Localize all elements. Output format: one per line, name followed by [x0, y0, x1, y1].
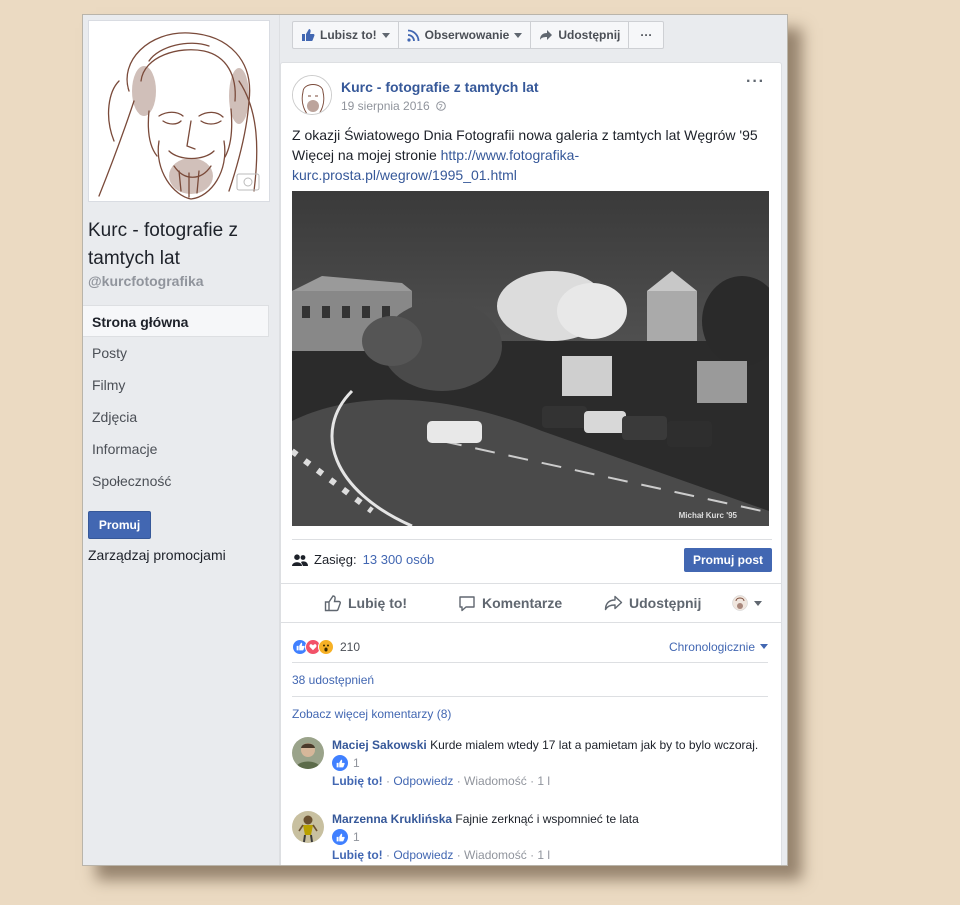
like-post-button[interactable]: Lubię to! — [324, 594, 407, 612]
comment-like-count[interactable]: 1 — [332, 755, 772, 771]
reach-label: Zasięg: — [314, 552, 357, 567]
post-as-selector[interactable] — [732, 595, 762, 611]
share-page-button[interactable]: Udostępnij — [530, 21, 630, 49]
view-more-comments-link[interactable]: Zobacz więcej komentarzy (8) — [292, 707, 451, 721]
comment-bubble-icon — [459, 595, 475, 611]
post-date: 19 sierpnia 2016 — [341, 99, 446, 113]
photo-signature: Michał Kurc '95 — [678, 511, 737, 520]
post-options-icon[interactable]: ··· — [746, 73, 765, 91]
more-dots-icon: ··· — [640, 28, 653, 42]
comment-meta: Lubię to! · Odpowiedz · Wiadomość · 1 l — [332, 848, 551, 862]
post-text-line: Z okazji Światowego Dnia Fotografii nowa… — [292, 127, 758, 143]
share-arrow-icon — [540, 30, 553, 40]
comment-age[interactable]: 1 l — [537, 848, 550, 862]
reactions-count: 210 — [340, 639, 361, 654]
page-action-bar: Lubisz to! Obserwowanie Udostępnij ··· — [292, 21, 665, 49]
share-page-label: Udostępnij — [558, 28, 621, 42]
reactions-count-group[interactable]: 210 — [292, 638, 361, 655]
comment-reply-link[interactable]: Odpowiedz — [393, 774, 453, 788]
like-post-label: Lubię to! — [348, 595, 408, 611]
wow-reaction-icon — [318, 638, 334, 655]
comment-reply-link[interactable]: Odpowiedz — [393, 848, 453, 862]
commenter-photo-image — [292, 737, 324, 769]
sidebar-item-community[interactable]: Społeczność — [83, 465, 269, 497]
comment-text: Kurde mialem wtedy 17 lat a pamietam jak… — [430, 738, 759, 752]
post-photo[interactable]: Michał Kurc '95 — [292, 191, 769, 526]
comment-message-link[interactable]: Wiadomość — [464, 848, 527, 862]
more-options-button[interactable]: ··· — [628, 21, 665, 49]
share-post-label: Udostępnij — [629, 595, 702, 611]
comment-message-link[interactable]: Wiadomość — [464, 774, 527, 788]
comment-like-link[interactable]: Lubię to! — [332, 774, 383, 788]
shares-count-link[interactable]: 38 udostępnień — [292, 663, 768, 697]
people-icon — [292, 553, 308, 566]
comment-body: Maciej Sakowski Kurde mialem wtedy 17 la… — [332, 737, 772, 789]
share-arrow-icon — [604, 595, 623, 611]
thumbs-up-icon — [302, 29, 315, 41]
reactions-summary: 210 Chronologicznie — [292, 631, 768, 663]
sketch-portrait-image — [89, 21, 269, 201]
comment-meta: Lubię to! · Odpowiedz · Wiadomość · 1 l — [332, 774, 551, 788]
post-text: Z okazji Światowego Dnia Fotografii nowa… — [292, 125, 772, 185]
rss-icon — [407, 29, 420, 42]
like-page-button[interactable]: Lubisz to! — [292, 21, 399, 49]
reach-value[interactable]: 13 300 osób — [363, 552, 435, 567]
comment-text: Fajnie zerknąć i wspomnieć te lata — [455, 812, 639, 826]
commenter-avatar[interactable] — [292, 737, 324, 769]
sidebar-item-photos[interactable]: Zdjęcia — [83, 401, 269, 433]
post-actions-row: Lubię to! Komentarze Udostępnij — [281, 583, 781, 623]
like-reaction-icon — [332, 829, 348, 845]
chevron-down-icon — [754, 600, 762, 606]
thumbs-up-outline-icon — [324, 595, 342, 612]
like-reaction-icon — [332, 755, 348, 771]
sidebar-nav: Strona główna Posty Filmy Zdjęcia Inform… — [83, 305, 269, 497]
share-post-button[interactable]: Udostępnij — [604, 595, 701, 611]
promote-button[interactable]: Promuj — [88, 511, 151, 539]
profile-picture[interactable] — [88, 20, 270, 202]
comment-like-count[interactable]: 1 — [332, 829, 772, 845]
follow-label: Obserwowanie — [424, 28, 510, 42]
post-text-line-2: Więcej na mojej stronie http://www.fotog… — [292, 145, 772, 185]
sidebar-item-videos[interactable]: Filmy — [83, 369, 269, 401]
commenter-avatar[interactable] — [292, 811, 324, 843]
promote-post-button[interactable]: Promuj post — [683, 547, 772, 572]
comment-label: Komentarze — [482, 595, 563, 611]
post-card: Kurc - fotografie z tamtych lat 19 sierp… — [280, 62, 782, 865]
post-date-text[interactable]: 19 sierpnia 2016 — [341, 99, 430, 113]
manage-promotions-link[interactable]: Zarządzaj promocjami — [88, 547, 226, 563]
comment-likes: 1 — [353, 830, 360, 844]
comment-age[interactable]: 1 l — [537, 774, 550, 788]
like-page-label: Lubisz to! — [320, 28, 377, 42]
comment-like-link[interactable]: Lubię to! — [332, 848, 383, 862]
post-text-prefix: Więcej na mojej stronie — [292, 147, 441, 163]
avatar-icon — [732, 595, 748, 611]
commenter-photo-image — [292, 811, 324, 843]
sidebar-item-about[interactable]: Informacje — [83, 433, 269, 465]
comment-likes: 1 — [353, 756, 360, 770]
post-author-link[interactable]: Kurc - fotografie z tamtych lat — [341, 79, 539, 95]
street-photo-image — [292, 191, 769, 526]
follow-button[interactable]: Obserwowanie — [397, 21, 532, 49]
chevron-down-icon — [514, 32, 523, 38]
commenter-name[interactable]: Maciej Sakowski — [332, 738, 427, 752]
chevron-down-icon — [381, 32, 390, 38]
comment-button[interactable]: Komentarze — [458, 595, 562, 612]
sort-label: Chronologicznie — [668, 639, 755, 654]
sketch-avatar-image — [293, 76, 331, 114]
comment-sort-dropdown[interactable]: Chronologicznie — [669, 640, 768, 654]
reach-info: Zasięg: 13 300 osób — [292, 552, 434, 567]
sidebar-item-home[interactable]: Strona główna — [83, 305, 269, 337]
page-title: Kurc - fotografie z tamtych lat — [88, 220, 238, 269]
reach-row: Zasięg: 13 300 osób Promuj post — [292, 539, 772, 579]
chevron-down-icon — [760, 644, 768, 649]
post-author-avatar[interactable] — [292, 75, 332, 115]
page-handle[interactable]: @kurcfotografika — [88, 273, 204, 289]
sidebar-item-posts[interactable]: Posty — [83, 337, 269, 369]
comment-body: Marzenna Kruklińska Fajnie zerknąć i wsp… — [332, 811, 772, 863]
facebook-page-frame: Kurc - fotografie z tamtych lat @kurcfot… — [82, 14, 788, 866]
globe-icon — [435, 101, 446, 111]
commenter-name[interactable]: Marzenna Kruklińska — [332, 812, 452, 826]
